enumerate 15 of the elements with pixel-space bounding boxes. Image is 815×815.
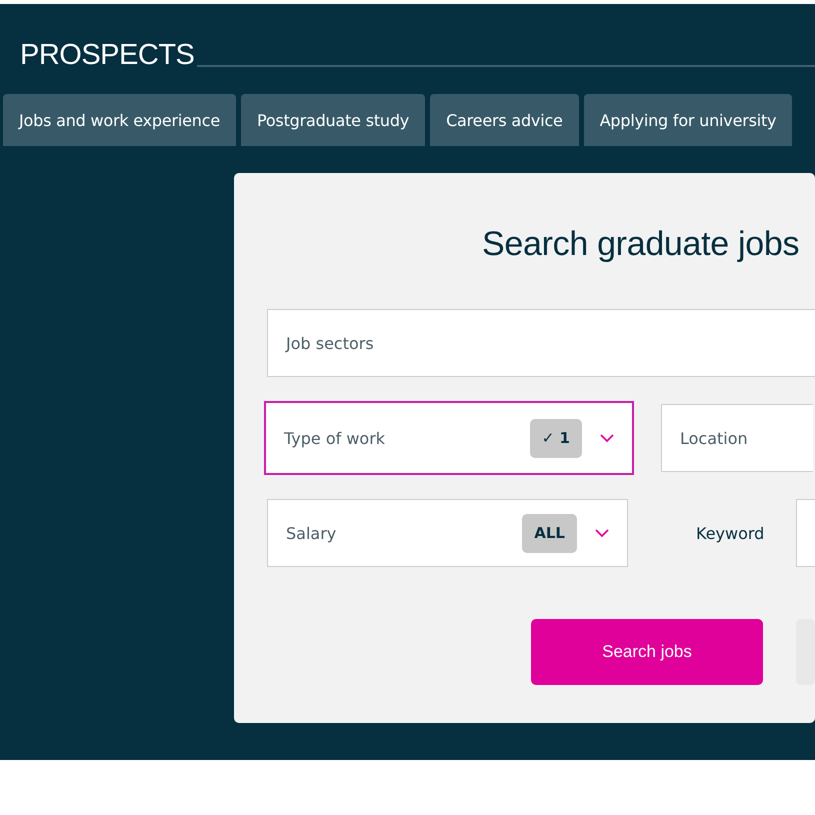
- keyword-label: Keyword: [696, 524, 762, 542]
- type-of-work-dropdown[interactable]: Type of work ✓ 1: [264, 401, 634, 475]
- chevron-down-icon: [600, 434, 614, 442]
- logo[interactable]: PROSPECTS: [0, 41, 198, 69]
- nav-tab[interactable]: Applying for university: [584, 94, 792, 146]
- keyword-field[interactable]: [796, 499, 815, 567]
- salary-dropdown[interactable]: Salary ALL: [267, 499, 628, 567]
- job-sectors-field[interactable]: Job sectors: [267, 309, 815, 377]
- chevron-down-icon: [595, 528, 609, 538]
- location-field[interactable]: Location: [661, 404, 813, 472]
- nav-tab[interactable]: Careers advice: [430, 94, 579, 146]
- nav-tab[interactable]: Postgraduate study: [240, 94, 426, 146]
- nav-tab[interactable]: Jobs and work experience: [3, 94, 236, 146]
- search-jobs-button[interactable]: Search jobs: [531, 619, 763, 685]
- search-title: Search graduate jobs: [481, 224, 800, 265]
